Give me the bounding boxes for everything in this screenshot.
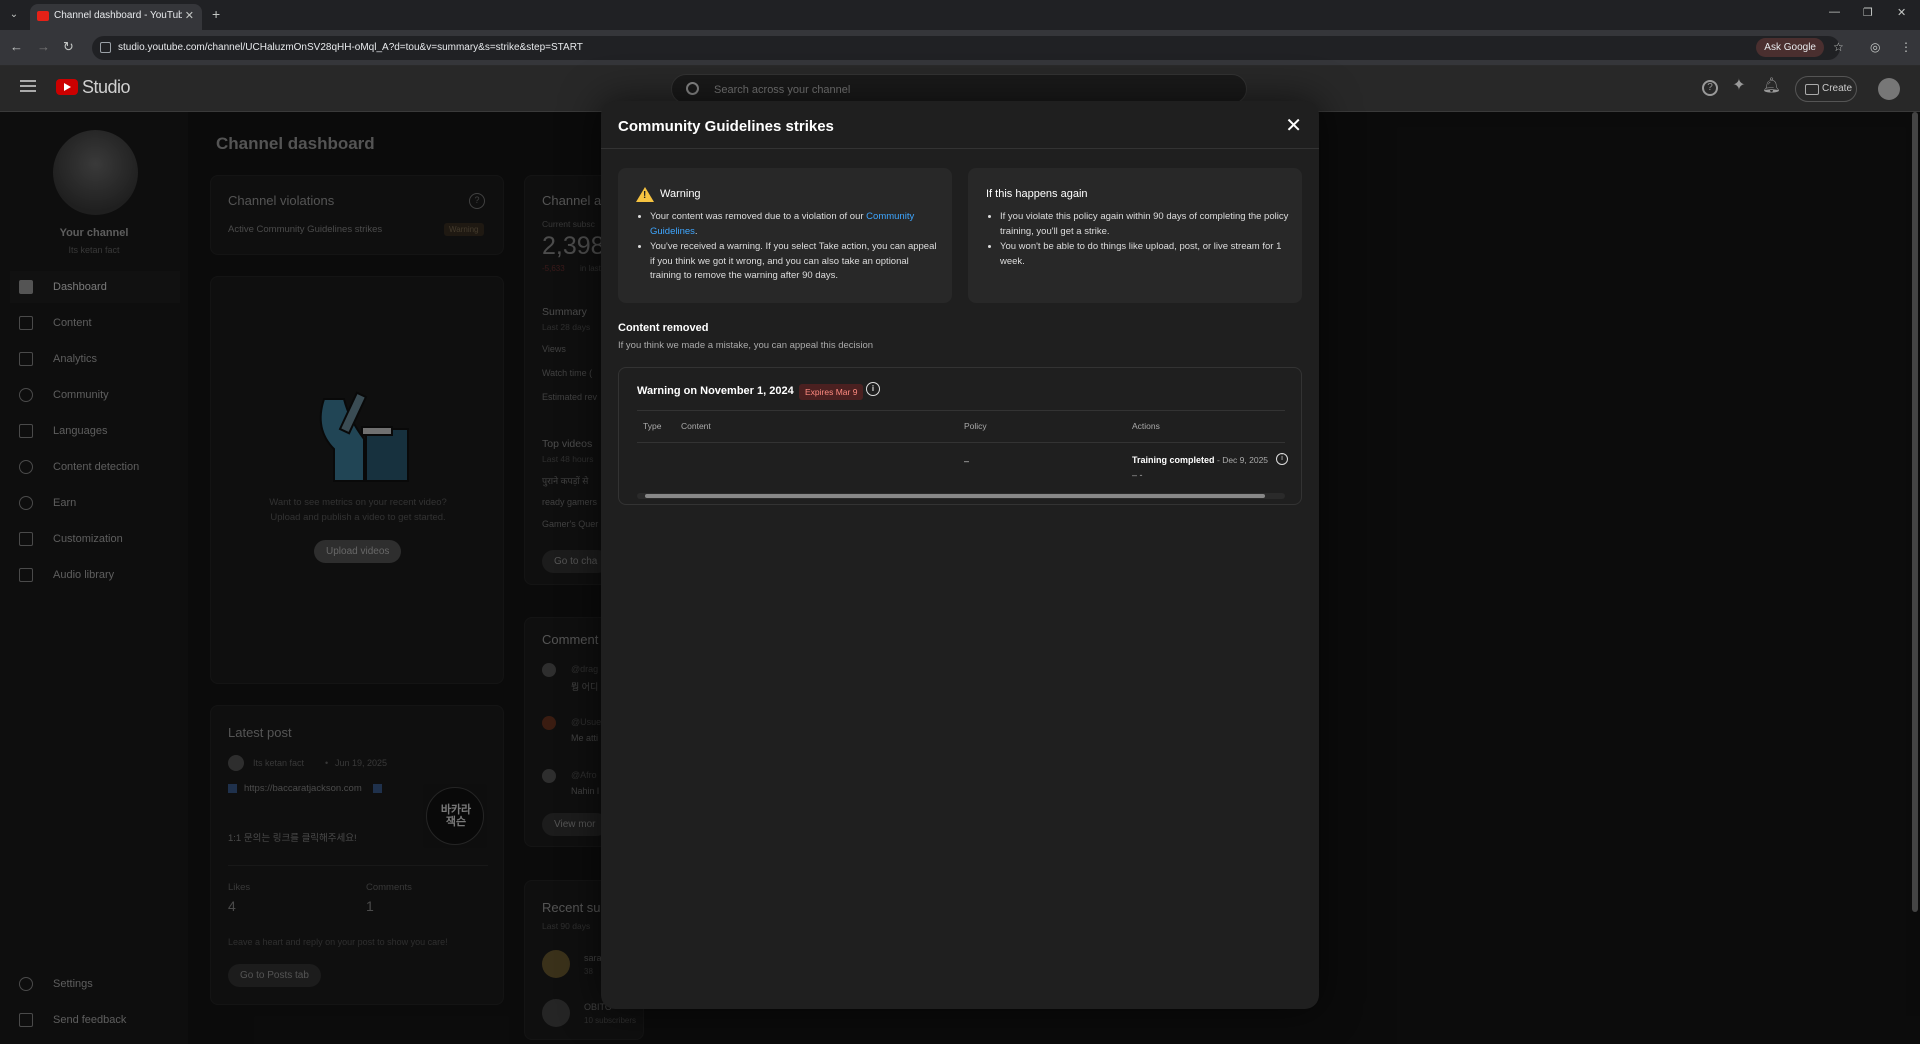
create-button[interactable]: Create xyxy=(1795,76,1857,102)
warning-info-box: Warning Your content was removed due to … xyxy=(618,168,952,303)
tab-search-icon[interactable]: ⌄ xyxy=(6,7,22,23)
action-status: Training completed xyxy=(1132,455,1215,465)
help-icon[interactable]: ? xyxy=(1702,80,1718,96)
action-info-icon[interactable]: i xyxy=(1276,453,1288,465)
scrollbar-thumb[interactable] xyxy=(645,494,1265,498)
again-bullet: You won't be able to do things like uplo… xyxy=(1000,240,1290,269)
bookmark-star-icon[interactable]: ☆ xyxy=(1833,40,1844,54)
table-horizontal-scrollbar[interactable] xyxy=(637,493,1285,499)
column-header-actions: Actions xyxy=(1132,421,1160,431)
action-date: - Dec 9, 2025 xyxy=(1217,455,1269,465)
profile-icon[interactable]: ◎ xyxy=(1870,40,1880,54)
column-header-policy: Policy xyxy=(964,421,987,431)
dialog-title: Community Guidelines strikes xyxy=(618,118,834,135)
studio-logo-text[interactable]: Studio xyxy=(82,77,131,98)
browser-titlebar xyxy=(0,0,1920,30)
search-placeholder: Search across your channel xyxy=(714,84,851,96)
close-tab-icon[interactable]: ✕ xyxy=(185,9,194,22)
ask-google-button[interactable]: Ask Google xyxy=(1756,38,1824,57)
warning-bullet: You've received a warning. If you select… xyxy=(650,240,940,284)
warning-triangle-icon xyxy=(636,187,654,202)
divider xyxy=(601,148,1319,149)
again-box-title: If this happens again xyxy=(986,188,1088,200)
again-bullets: If you violate this policy again within … xyxy=(1000,210,1290,270)
account-avatar[interactable] xyxy=(1878,78,1900,100)
url-bar[interactable]: studio.youtube.com/channel/UCHaluzmOnSV2… xyxy=(92,36,1840,60)
chrome-menu-icon[interactable]: ⋮ xyxy=(1900,40,1912,54)
back-icon[interactable]: ← xyxy=(10,39,23,54)
column-header-type: Type xyxy=(643,421,662,431)
forward-icon[interactable]: → xyxy=(37,39,50,54)
close-window-icon[interactable]: ✕ xyxy=(1897,6,1906,19)
strike-title: Warning on November 1, 2024 xyxy=(637,385,794,397)
warning-bullets: Your content was removed due to a violat… xyxy=(650,210,940,285)
restore-icon[interactable]: ❐ xyxy=(1863,6,1873,19)
table-row: – Training completed - Dec 9, 2025 i – - xyxy=(637,443,1288,495)
content-removed-subtitle: If you think we made a mistake, you can … xyxy=(618,340,874,351)
column-header-content: Content xyxy=(681,421,711,431)
bullet-text: . xyxy=(694,225,698,237)
url-text: studio.youtube.com/channel/UCHaluzmOnSV2… xyxy=(118,42,583,53)
reload-icon[interactable]: ↻ xyxy=(63,39,74,55)
again-bullet: If you violate this policy again within … xyxy=(1000,210,1290,239)
sparkle-icon[interactable]: ✦ xyxy=(1731,78,1747,96)
minimize-icon[interactable]: — xyxy=(1829,6,1840,18)
tab-title: Channel dashboard - YouTube Studio xyxy=(54,10,182,21)
strike-details-box: Warning on November 1, 2024 Expires Mar … xyxy=(618,367,1302,505)
site-info-icon[interactable] xyxy=(100,42,111,53)
if-happens-again-box: If this happens again If you violate thi… xyxy=(968,168,1302,303)
youtube-favicon-icon xyxy=(37,11,49,21)
search-input[interactable]: Search across your channel xyxy=(671,74,1247,104)
info-icon[interactable]: i xyxy=(866,382,880,396)
page-scrollbar[interactable] xyxy=(1912,112,1918,912)
strike-table-header: Type Content Policy Actions xyxy=(637,410,1285,443)
strikes-dialog: Community Guidelines strikes ✕ Warning Y… xyxy=(601,101,1319,1009)
warning-bullet: Your content was removed due to a violat… xyxy=(650,210,940,239)
content-removed-title: Content removed xyxy=(618,322,709,334)
search-icon xyxy=(686,82,699,95)
new-tab-button[interactable]: + xyxy=(212,6,220,22)
youtube-logo-icon[interactable] xyxy=(56,79,78,95)
warning-box-title: Warning xyxy=(660,188,701,200)
action-sub: – - xyxy=(1132,470,1143,480)
notifications-bell-icon[interactable]: 🔔︎ xyxy=(1762,78,1781,96)
close-icon[interactable]: ✕ xyxy=(1285,113,1302,138)
browser-tab[interactable]: Channel dashboard - YouTube Studio ✕ xyxy=(30,4,202,30)
bullet-text: Your content was removed due to a violat… xyxy=(650,211,867,222)
expires-badge: Expires Mar 9 xyxy=(799,384,864,400)
cell-policy: – xyxy=(964,456,970,466)
menu-icon[interactable] xyxy=(20,80,36,92)
